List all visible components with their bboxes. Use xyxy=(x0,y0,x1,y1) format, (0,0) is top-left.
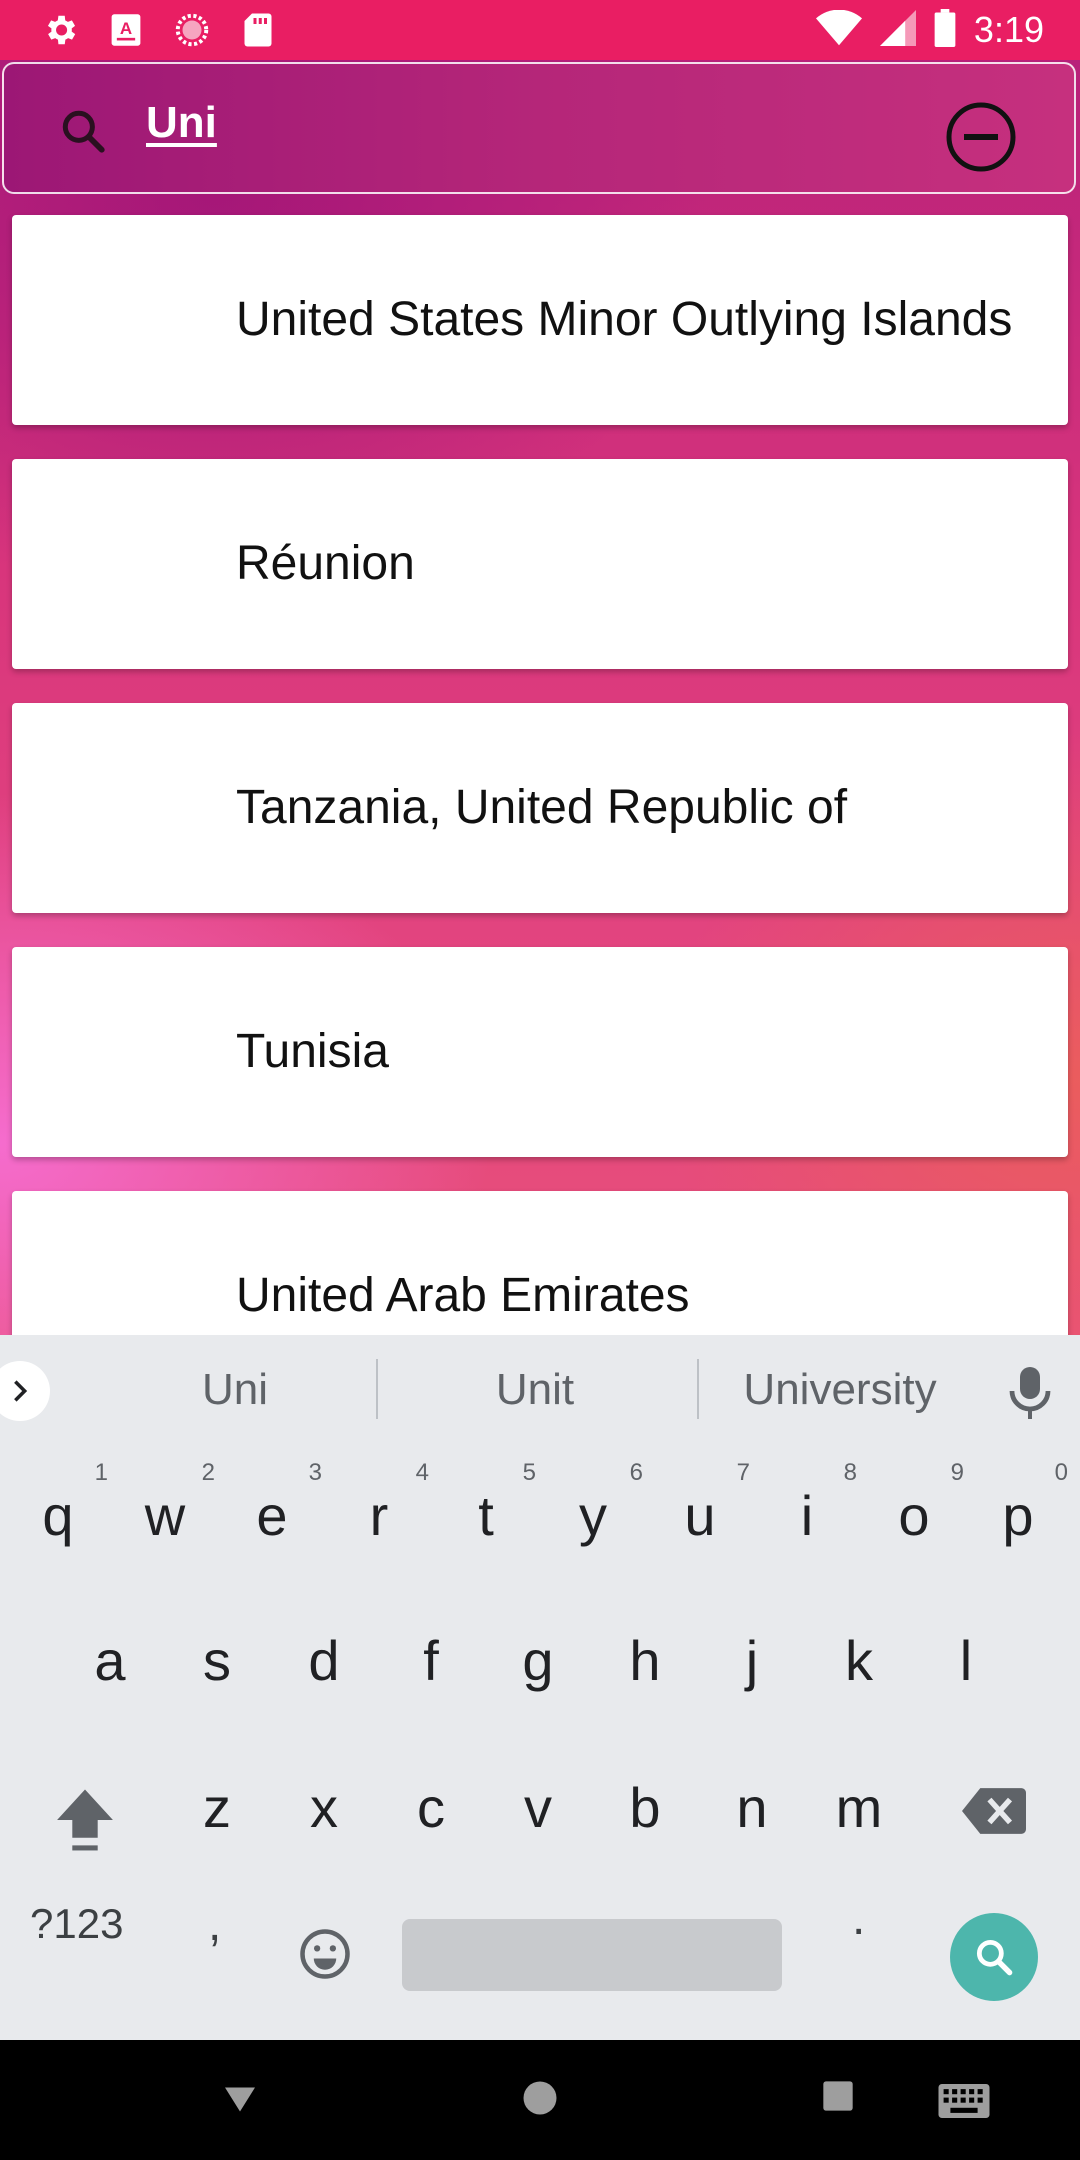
list-item-label: Réunion xyxy=(236,537,415,590)
list-item[interactable]: Tunisia xyxy=(12,947,1068,1157)
list-item-label: Tunisia xyxy=(236,1025,389,1078)
status-left-icons: A xyxy=(40,8,278,52)
key-m[interactable]: m xyxy=(819,1775,899,1840)
symbols-key[interactable]: ?123 xyxy=(30,1900,123,1948)
key-v[interactable]: v xyxy=(498,1775,578,1840)
key-hint: 7 xyxy=(736,1459,750,1486)
settings-icon xyxy=(40,10,80,50)
suggestion-3[interactable]: University xyxy=(720,1335,960,1445)
battery-icon xyxy=(934,8,956,52)
key-k[interactable]: k xyxy=(819,1628,899,1693)
list-item-label: United Arab Emirates xyxy=(236,1269,690,1322)
clear-search-button[interactable] xyxy=(944,100,1018,174)
key-label: y xyxy=(579,1484,607,1547)
key-x[interactable]: x xyxy=(284,1775,364,1840)
key-f[interactable]: f xyxy=(391,1628,471,1693)
svg-text:A: A xyxy=(120,19,132,38)
key-hint: 1 xyxy=(94,1459,108,1486)
key-hint: 3 xyxy=(308,1459,322,1486)
key-hint: 5 xyxy=(522,1459,536,1486)
period-key[interactable]: . xyxy=(852,1891,865,1946)
home-icon[interactable] xyxy=(522,2080,558,2121)
keyboard: Uni Unit University q1 w2 e3 r4 t5 y6 u7… xyxy=(0,1335,1080,2040)
list-item[interactable]: Réunion xyxy=(12,459,1068,669)
results-area: Uni United States Minor Outlying Islands… xyxy=(0,60,1080,1335)
emoji-icon[interactable] xyxy=(298,1927,352,1986)
signal-icon xyxy=(879,9,916,51)
backspace-icon[interactable] xyxy=(962,1788,1026,1839)
key-q[interactable]: q1 xyxy=(18,1459,108,1548)
status-time: 3:19 xyxy=(973,9,1044,50)
recents-icon[interactable] xyxy=(822,2080,854,2117)
key-label: o xyxy=(898,1484,930,1547)
suggestion-divider xyxy=(697,1359,699,1419)
minus-circle-icon xyxy=(946,102,1016,172)
key-c[interactable]: c xyxy=(391,1775,471,1840)
key-d[interactable]: d xyxy=(284,1628,364,1693)
key-a[interactable]: a xyxy=(70,1628,150,1693)
key-r[interactable]: r4 xyxy=(339,1459,429,1548)
keyboard-switch-icon[interactable] xyxy=(938,2084,990,2123)
key-j[interactable]: j xyxy=(712,1628,792,1693)
key-n[interactable]: n xyxy=(712,1775,792,1840)
key-g[interactable]: g xyxy=(498,1628,578,1693)
suggestion-1[interactable]: Uni xyxy=(120,1335,350,1445)
key-label: i xyxy=(800,1484,814,1547)
back-icon[interactable] xyxy=(222,2080,258,2121)
chevron-right-icon[interactable] xyxy=(0,1361,50,1421)
list-item[interactable]: United States Minor Outlying Islands xyxy=(12,215,1068,425)
key-l[interactable]: l xyxy=(926,1628,1006,1693)
key-y[interactable]: y6 xyxy=(553,1459,643,1548)
suggestion-strip: Uni Unit University xyxy=(0,1335,1080,1445)
key-label: u xyxy=(684,1484,716,1547)
suggestion-divider xyxy=(376,1359,378,1419)
shift-icon[interactable] xyxy=(54,1787,116,1858)
search-icon xyxy=(976,1939,1013,1976)
key-t[interactable]: t5 xyxy=(446,1459,536,1548)
list-item[interactable]: Tanzania, United Republic of xyxy=(12,703,1068,913)
wifi-icon xyxy=(815,9,862,51)
key-hint: 6 xyxy=(629,1459,643,1486)
key-label: w xyxy=(144,1484,186,1547)
font-app-icon: A xyxy=(106,10,146,50)
search-action-key[interactable] xyxy=(950,1913,1038,2001)
list-item-label: Tanzania, United Republic of xyxy=(236,781,848,834)
key-p[interactable]: p0 xyxy=(978,1459,1068,1548)
key-label: t xyxy=(478,1484,494,1547)
key-label: p xyxy=(1002,1484,1034,1547)
key-w[interactable]: w2 xyxy=(125,1459,215,1548)
key-o[interactable]: o9 xyxy=(874,1459,964,1548)
status-right-icons: 3:19 xyxy=(815,8,1044,52)
key-s[interactable]: s xyxy=(177,1628,257,1693)
key-u[interactable]: u7 xyxy=(660,1459,750,1548)
key-hint: 2 xyxy=(201,1459,215,1486)
key-hint: 0 xyxy=(1054,1459,1068,1486)
suggestion-2[interactable]: Unit xyxy=(420,1335,650,1445)
search-icon xyxy=(58,106,108,156)
key-z[interactable]: z xyxy=(177,1775,257,1840)
sd-card-icon xyxy=(238,10,278,50)
key-hint: 8 xyxy=(843,1459,857,1486)
status-bar: A 3:19 xyxy=(0,0,1080,60)
comma-key[interactable]: , xyxy=(208,1897,221,1952)
key-e[interactable]: e3 xyxy=(232,1459,322,1548)
list-item[interactable]: United Arab Emirates xyxy=(12,1191,1068,1335)
key-label: r xyxy=(369,1484,389,1547)
microphone-icon[interactable] xyxy=(1006,1365,1054,1421)
search-input[interactable]: Uni xyxy=(146,98,217,148)
loading-circle-icon xyxy=(172,10,212,50)
key-hint: 9 xyxy=(950,1459,964,1486)
key-label: q xyxy=(42,1484,74,1547)
navigation-bar xyxy=(0,2040,1080,2160)
list-item-label: United States Minor Outlying Islands xyxy=(236,293,1013,346)
key-hint: 4 xyxy=(415,1459,429,1486)
key-b[interactable]: b xyxy=(605,1775,685,1840)
key-i[interactable]: i8 xyxy=(767,1459,857,1548)
space-bar[interactable] xyxy=(402,1919,782,1991)
key-label: e xyxy=(256,1484,288,1547)
search-bar[interactable]: Uni xyxy=(2,62,1076,194)
key-h[interactable]: h xyxy=(605,1628,685,1693)
